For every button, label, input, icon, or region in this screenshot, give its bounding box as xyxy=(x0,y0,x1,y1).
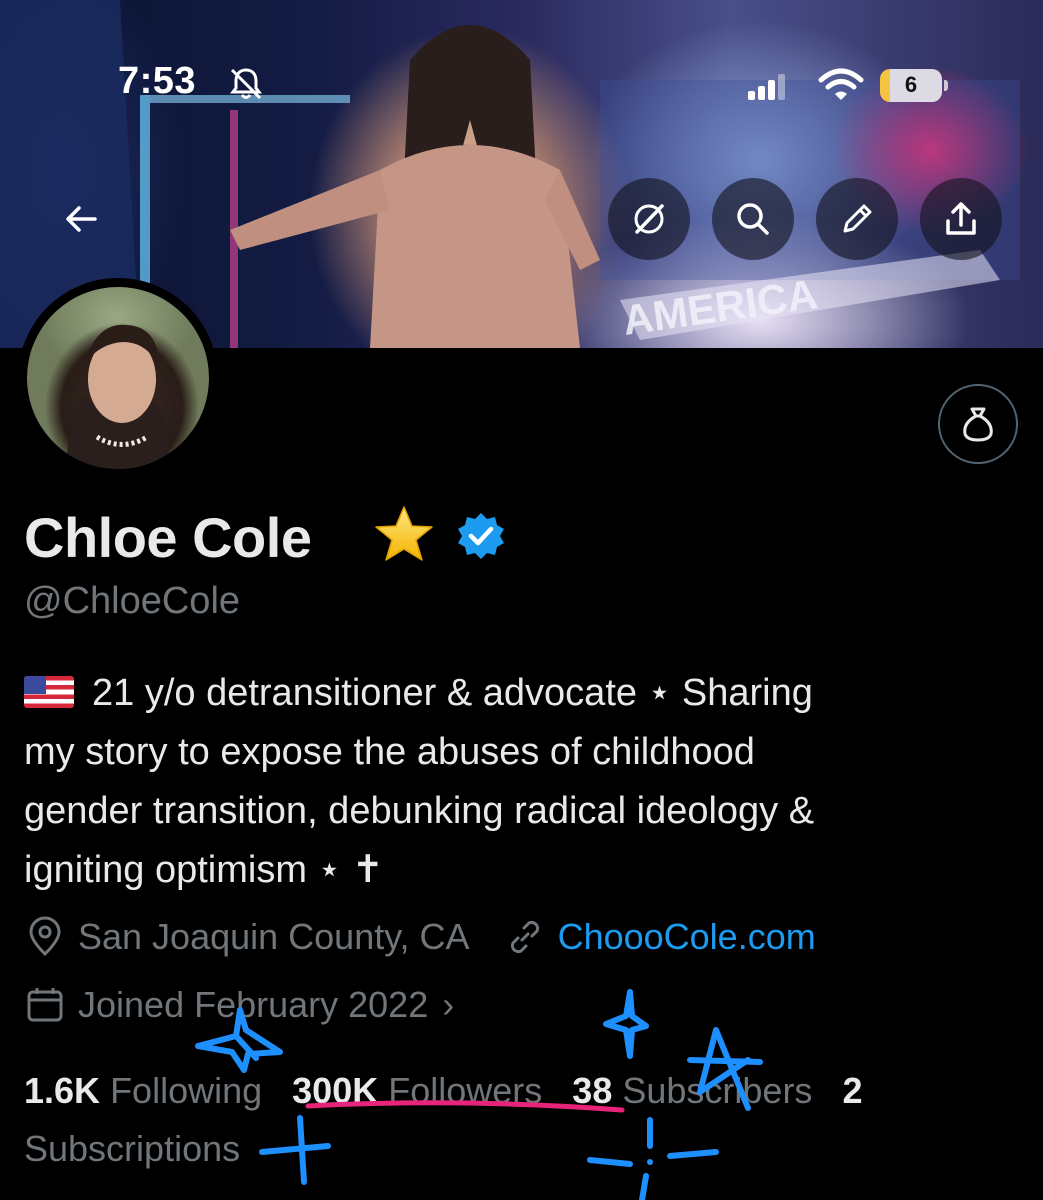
subscribers-label: Subscribers xyxy=(622,1070,813,1111)
followers-label: Followers xyxy=(388,1070,543,1111)
bio-line-4: igniting optimism ⋆ ✝ xyxy=(24,849,384,891)
battery-indicator: 6 xyxy=(880,69,942,102)
following-count: 1.6K xyxy=(24,1070,101,1111)
profile-stats: 1.6K Following 300K Followers 38 Subscri… xyxy=(24,1062,1024,1178)
followers-count: 300K xyxy=(292,1070,379,1111)
search-icon xyxy=(737,203,769,235)
verified-icon xyxy=(458,513,504,559)
battery-level: 6 xyxy=(904,72,918,97)
search-button[interactable] xyxy=(712,178,794,260)
edit-button[interactable] xyxy=(816,178,898,260)
subscriptions-label: Subscriptions xyxy=(24,1128,241,1169)
grok-button[interactable] xyxy=(608,178,690,260)
website-link[interactable]: ChoooCole.com xyxy=(558,916,816,958)
signal-icon xyxy=(748,74,785,100)
bio: 21 y/o detransitioner & advocate ⋆ Shari… xyxy=(24,664,1024,900)
following-label: Following xyxy=(110,1070,263,1111)
joined-text: Joined February 2022 xyxy=(78,984,429,1025)
sparkle-top xyxy=(603,989,649,1059)
subscribers-count: 38 xyxy=(572,1070,613,1111)
money-bag-icon xyxy=(963,407,993,442)
followers-stat[interactable]: 300K Followers xyxy=(292,1070,542,1111)
wifi-icon xyxy=(818,68,864,100)
display-name: Chloe Cole xyxy=(24,506,312,569)
joined-row[interactable]: Joined February 2022 › xyxy=(24,984,454,1026)
location-text: San Joaquin County, CA xyxy=(78,916,470,957)
battery-nub xyxy=(944,80,948,91)
flag-us-icon xyxy=(24,676,74,708)
bio-line-1: 21 y/o detransitioner & advocate ⋆ Shari… xyxy=(24,664,1024,723)
share-icon xyxy=(946,202,976,235)
avatar-photo xyxy=(27,287,209,469)
svg-text:AMERICA: AMERICA xyxy=(620,270,821,344)
grok-icon xyxy=(634,204,664,234)
status-time: 7:53 xyxy=(118,60,197,102)
back-arrow-icon xyxy=(66,206,97,232)
link-icon xyxy=(510,920,539,954)
edit-pencil-icon xyxy=(843,204,872,233)
calendar-icon xyxy=(27,988,63,1022)
following-stat[interactable]: 1.6K Following xyxy=(24,1070,262,1111)
subscribers-stat[interactable]: 38 Subscribers xyxy=(572,1070,812,1111)
tip-button[interactable] xyxy=(938,384,1018,464)
bio-text-1: 21 y/o detransitioner & advocate ⋆ Shari… xyxy=(92,672,813,714)
subscriptions-count: 2 xyxy=(842,1070,863,1111)
location-pin-icon xyxy=(29,916,61,957)
location-row: San Joaquin County, CA ChoooCole.com xyxy=(24,916,816,958)
star-icon xyxy=(375,506,433,561)
bell-slash-icon xyxy=(230,68,262,100)
chevron-right-icon: › xyxy=(442,984,455,1025)
handle: @ChloeCole xyxy=(24,580,241,622)
bio-line-2: my story to expose the abuses of childho… xyxy=(24,731,755,773)
avatar[interactable] xyxy=(18,278,218,478)
back-button[interactable] xyxy=(40,178,122,260)
bio-line-3: gender transition, debunking radical ide… xyxy=(24,790,815,832)
share-button[interactable] xyxy=(920,178,1002,260)
